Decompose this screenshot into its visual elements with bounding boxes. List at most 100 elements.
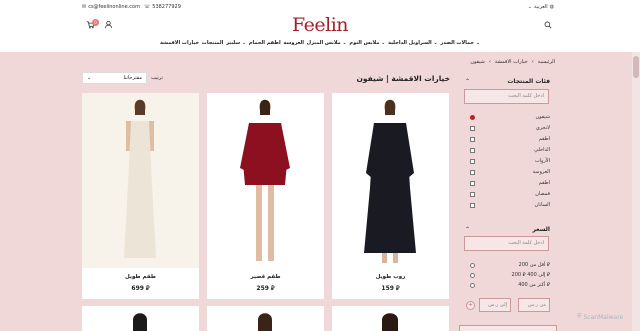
price-option[interactable]: 200 ⃁ إلى 400 ⃁ — [470, 272, 550, 278]
product-name[interactable]: طقم طويل — [82, 274, 199, 280]
email-text: cs@feelinonline.com — [88, 4, 140, 10]
price-option[interactable]: أكثر من 400 ⃁ — [470, 282, 550, 288]
product-price: 159 ⃁ — [381, 285, 400, 292]
checkbox — [470, 202, 475, 208]
nav-label: المنتجات — [201, 40, 224, 46]
product-image[interactable] — [332, 93, 449, 268]
scrollbar-thumb[interactable] — [633, 56, 639, 78]
category-option[interactable]: العروسة — [470, 169, 550, 175]
nav-item-bride[interactable]: العروسة — [283, 40, 304, 46]
breadcrumb-home[interactable]: الرئيسية — [538, 59, 555, 65]
category-option-chiffon[interactable]: شيفون — [470, 114, 550, 120]
option-label: العروسة — [532, 169, 550, 175]
phone-contact[interactable]: ☏ 538277929 — [144, 4, 181, 10]
option-label: الأرواب — [534, 158, 550, 164]
category-option[interactable]: قمصان — [470, 191, 550, 197]
mail-icon: ✉ — [82, 4, 87, 10]
price-option[interactable]: أقل من 200 ⃁ — [470, 262, 550, 268]
category-option[interactable]: الساتان — [470, 202, 550, 208]
price-search-input[interactable]: ادخل كلمة البحث — [464, 236, 549, 251]
checkbox — [470, 136, 475, 142]
category-option[interactable]: لانجري — [470, 125, 550, 131]
watermark: ⛨ ScanMalware — [577, 313, 623, 321]
nav-label: العروسة — [283, 40, 304, 46]
option-label: أكثر من 400 ⃁ — [518, 282, 550, 288]
product-name[interactable]: روب طويل — [332, 274, 449, 280]
category-search-input[interactable]: ادخل كلمة البحث — [464, 89, 549, 104]
checkbox — [470, 125, 475, 131]
categories-title: فئات المنتجات — [507, 78, 550, 85]
language-switcher[interactable]: ⌄ العربية ◍ — [528, 4, 554, 10]
option-label: اطقم — [538, 136, 550, 142]
header: ✉ cs@feelinonline.com ☏ 538277929 ⌄ العر… — [0, 0, 640, 52]
nav-label: السراويل الداخلية — [388, 40, 432, 46]
page-scrollbar[interactable] — [632, 52, 640, 331]
checkbox — [470, 158, 475, 164]
product-name[interactable]: طقم قصير — [207, 274, 324, 280]
checkbox — [470, 147, 475, 153]
email-contact[interactable]: ✉ cs@feelinonline.com — [82, 4, 140, 10]
category-option[interactable]: الداخلي — [470, 147, 550, 153]
product-card[interactable]: طقم طويل 699 ⃁ — [82, 93, 199, 299]
apply-price-button[interactable]: + — [466, 301, 475, 310]
nav-item-homewear[interactable]: ملابس المنزل ⌄ — [307, 40, 347, 46]
chevron-down-icon: ⌄ — [87, 75, 92, 81]
nav-item-slippers[interactable]: سليبز ⌄ — [226, 40, 246, 46]
nav-item-bath-sets[interactable]: اطقم الحمام — [249, 40, 281, 46]
product-card[interactable]: روب طويل 159 ⃁ — [332, 93, 449, 299]
radio — [470, 272, 475, 278]
product-image[interactable] — [82, 93, 199, 268]
nav-item-underwear[interactable]: السراويل الداخلية ⌄ — [388, 40, 438, 46]
price-from-input[interactable]: من ر.س — [518, 298, 550, 312]
nav-label: سليبز — [226, 40, 241, 46]
product-image[interactable] — [207, 93, 324, 268]
site-logo[interactable]: Feelin — [290, 14, 350, 36]
breadcrumb-fabrics[interactable]: خيارات الاقمشة — [495, 59, 528, 65]
radio — [470, 282, 475, 288]
checkbox — [470, 191, 475, 197]
product-card[interactable] — [332, 306, 449, 331]
category-option[interactable]: اطقم — [470, 136, 550, 142]
nav-item-sleepwear[interactable]: ملابس النوم ⌄ — [349, 40, 385, 46]
product-card[interactable] — [82, 306, 199, 331]
shield-icon: ⛨ — [577, 313, 582, 320]
option-label: اطقم — [538, 180, 550, 186]
breadcrumb: الرئيسية ‹ خيارات الاقمشة ‹ شيفون — [470, 59, 555, 65]
globe-icon: ◍ — [549, 4, 554, 10]
nav-label: اطقم الحمام — [248, 40, 281, 46]
search-icon[interactable] — [544, 21, 552, 31]
price-to-input[interactable]: إلى ر.س — [479, 298, 511, 312]
phone-text: 538277929 — [152, 4, 181, 10]
category-option[interactable]: اطقم — [470, 180, 550, 186]
nav-item-fabrics[interactable]: خيارات الاقمشة — [160, 40, 199, 46]
user-icon[interactable] — [104, 20, 113, 31]
nav-label: حمالات الصدر — [440, 40, 474, 46]
price-filter-header[interactable]: السعر ⌃ — [465, 226, 550, 233]
product-card[interactable] — [207, 306, 324, 331]
option-label: قمصان — [535, 191, 550, 197]
category-option[interactable]: الأرواب — [470, 158, 550, 164]
next-filter-box — [459, 325, 557, 331]
language-label: العربية — [533, 4, 548, 10]
nav-label: ملابس النوم — [349, 40, 380, 46]
chevron-down-icon: ⌄ — [527, 4, 532, 10]
sort-control: ⌄ مقترحاتنا ترتيب — [82, 72, 163, 84]
checkbox — [470, 180, 475, 186]
sort-select[interactable]: ⌄ مقترحاتنا — [82, 72, 147, 84]
nav-item-bras[interactable]: حمالات الصدر ⌄ — [440, 40, 480, 46]
nav-label: خيارات الاقمشة — [160, 40, 200, 46]
chevron-up-icon: ⌃ — [465, 226, 471, 233]
page-title: خيارات الاقمشة | شيفون — [356, 74, 451, 83]
main-nav: حمالات الصدر ⌄ السراويل الداخلية ⌄ ملابس… — [160, 40, 480, 46]
option-label: الداخلي — [534, 147, 550, 153]
breadcrumb-separator: ‹ — [531, 59, 534, 65]
product-card[interactable]: طقم قصير 259 ⃁ — [207, 93, 324, 299]
categories-filter-header[interactable]: فئات المنتجات ⌃ — [465, 78, 550, 85]
checkbox — [470, 169, 475, 175]
option-label: الساتان — [534, 202, 550, 208]
breadcrumb-current: شيفون — [470, 59, 485, 65]
price-title: السعر — [532, 226, 550, 233]
product-price: 699 ⃁ — [131, 285, 150, 292]
option-label: لانجري — [535, 125, 550, 131]
nav-item-products[interactable]: المنتجات — [202, 40, 224, 46]
